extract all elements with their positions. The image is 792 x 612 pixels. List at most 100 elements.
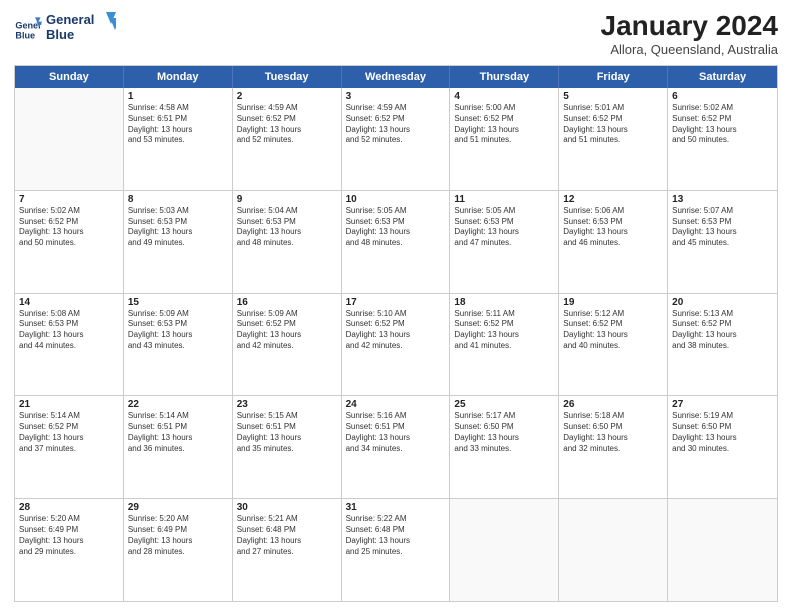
header: General Blue General Blue January 2024 A… xyxy=(14,10,778,57)
day-info: Sunrise: 5:14 AM Sunset: 6:52 PM Dayligh… xyxy=(19,411,119,454)
day-number: 2 xyxy=(237,91,337,102)
day-number: 12 xyxy=(563,194,663,205)
day-info: Sunrise: 4:59 AM Sunset: 6:52 PM Dayligh… xyxy=(237,103,337,146)
day-cell-19: 19Sunrise: 5:12 AM Sunset: 6:52 PM Dayli… xyxy=(559,294,668,396)
page: General Blue General Blue January 2024 A… xyxy=(0,0,792,612)
day-info: Sunrise: 5:03 AM Sunset: 6:53 PM Dayligh… xyxy=(128,206,228,249)
location-subtitle: Allora, Queensland, Australia xyxy=(601,42,778,57)
day-cell-16: 16Sunrise: 5:09 AM Sunset: 6:52 PM Dayli… xyxy=(233,294,342,396)
day-info: Sunrise: 5:10 AM Sunset: 6:52 PM Dayligh… xyxy=(346,309,446,352)
day-info: Sunrise: 5:07 AM Sunset: 6:53 PM Dayligh… xyxy=(672,206,773,249)
day-info: Sunrise: 5:14 AM Sunset: 6:51 PM Dayligh… xyxy=(128,411,228,454)
empty-cell-r4c4 xyxy=(450,499,559,601)
day-info: Sunrise: 5:05 AM Sunset: 6:53 PM Dayligh… xyxy=(454,206,554,249)
day-number: 30 xyxy=(237,502,337,513)
day-number: 8 xyxy=(128,194,228,205)
day-cell-7: 7Sunrise: 5:02 AM Sunset: 6:52 PM Daylig… xyxy=(15,191,124,293)
day-info: Sunrise: 5:18 AM Sunset: 6:50 PM Dayligh… xyxy=(563,411,663,454)
day-number: 31 xyxy=(346,502,446,513)
day-number: 15 xyxy=(128,297,228,308)
day-info: Sunrise: 5:13 AM Sunset: 6:52 PM Dayligh… xyxy=(672,309,773,352)
day-cell-29: 29Sunrise: 5:20 AM Sunset: 6:49 PM Dayli… xyxy=(124,499,233,601)
day-cell-27: 27Sunrise: 5:19 AM Sunset: 6:50 PM Dayli… xyxy=(668,396,777,498)
day-info: Sunrise: 5:21 AM Sunset: 6:48 PM Dayligh… xyxy=(237,514,337,557)
day-cell-15: 15Sunrise: 5:09 AM Sunset: 6:53 PM Dayli… xyxy=(124,294,233,396)
day-number: 24 xyxy=(346,399,446,410)
calendar-row-3: 21Sunrise: 5:14 AM Sunset: 6:52 PM Dayli… xyxy=(15,396,777,499)
day-cell-6: 6Sunrise: 5:02 AM Sunset: 6:52 PM Daylig… xyxy=(668,88,777,190)
day-number: 7 xyxy=(19,194,119,205)
day-cell-20: 20Sunrise: 5:13 AM Sunset: 6:52 PM Dayli… xyxy=(668,294,777,396)
day-cell-26: 26Sunrise: 5:18 AM Sunset: 6:50 PM Dayli… xyxy=(559,396,668,498)
day-number: 25 xyxy=(454,399,554,410)
day-number: 17 xyxy=(346,297,446,308)
month-title: January 2024 xyxy=(601,10,778,42)
day-cell-21: 21Sunrise: 5:14 AM Sunset: 6:52 PM Dayli… xyxy=(15,396,124,498)
day-number: 21 xyxy=(19,399,119,410)
day-info: Sunrise: 5:22 AM Sunset: 6:48 PM Dayligh… xyxy=(346,514,446,557)
day-info: Sunrise: 5:00 AM Sunset: 6:52 PM Dayligh… xyxy=(454,103,554,146)
day-info: Sunrise: 5:01 AM Sunset: 6:52 PM Dayligh… xyxy=(563,103,663,146)
day-info: Sunrise: 5:06 AM Sunset: 6:53 PM Dayligh… xyxy=(563,206,663,249)
weekday-header-saturday: Saturday xyxy=(668,66,777,88)
empty-cell-r4c6 xyxy=(668,499,777,601)
calendar-row-1: 7Sunrise: 5:02 AM Sunset: 6:52 PM Daylig… xyxy=(15,191,777,294)
day-number: 28 xyxy=(19,502,119,513)
day-cell-28: 28Sunrise: 5:20 AM Sunset: 6:49 PM Dayli… xyxy=(15,499,124,601)
day-number: 1 xyxy=(128,91,228,102)
calendar-row-4: 28Sunrise: 5:20 AM Sunset: 6:49 PM Dayli… xyxy=(15,499,777,601)
day-cell-30: 30Sunrise: 5:21 AM Sunset: 6:48 PM Dayli… xyxy=(233,499,342,601)
day-cell-25: 25Sunrise: 5:17 AM Sunset: 6:50 PM Dayli… xyxy=(450,396,559,498)
day-cell-22: 22Sunrise: 5:14 AM Sunset: 6:51 PM Dayli… xyxy=(124,396,233,498)
empty-cell-r0c0 xyxy=(15,88,124,190)
day-cell-3: 3Sunrise: 4:59 AM Sunset: 6:52 PM Daylig… xyxy=(342,88,451,190)
day-cell-2: 2Sunrise: 4:59 AM Sunset: 6:52 PM Daylig… xyxy=(233,88,342,190)
day-info: Sunrise: 5:20 AM Sunset: 6:49 PM Dayligh… xyxy=(19,514,119,557)
day-info: Sunrise: 5:04 AM Sunset: 6:53 PM Dayligh… xyxy=(237,206,337,249)
day-info: Sunrise: 5:02 AM Sunset: 6:52 PM Dayligh… xyxy=(19,206,119,249)
weekday-header-sunday: Sunday xyxy=(15,66,124,88)
day-info: Sunrise: 5:15 AM Sunset: 6:51 PM Dayligh… xyxy=(237,411,337,454)
logo: General Blue General Blue xyxy=(14,10,116,50)
day-info: Sunrise: 5:12 AM Sunset: 6:52 PM Dayligh… xyxy=(563,309,663,352)
day-number: 9 xyxy=(237,194,337,205)
calendar-header-row: SundayMondayTuesdayWednesdayThursdayFrid… xyxy=(15,66,777,88)
weekday-header-wednesday: Wednesday xyxy=(342,66,451,88)
title-block: January 2024 Allora, Queensland, Austral… xyxy=(601,10,778,57)
calendar-body: 1Sunrise: 4:58 AM Sunset: 6:51 PM Daylig… xyxy=(15,88,777,601)
logo-svg: General Blue xyxy=(46,10,116,46)
day-cell-13: 13Sunrise: 5:07 AM Sunset: 6:53 PM Dayli… xyxy=(668,191,777,293)
day-info: Sunrise: 5:16 AM Sunset: 6:51 PM Dayligh… xyxy=(346,411,446,454)
day-number: 23 xyxy=(237,399,337,410)
weekday-header-friday: Friday xyxy=(559,66,668,88)
svg-text:Blue: Blue xyxy=(15,30,35,40)
day-number: 29 xyxy=(128,502,228,513)
svg-text:General: General xyxy=(46,12,94,27)
day-cell-24: 24Sunrise: 5:16 AM Sunset: 6:51 PM Dayli… xyxy=(342,396,451,498)
day-info: Sunrise: 5:08 AM Sunset: 6:53 PM Dayligh… xyxy=(19,309,119,352)
day-number: 6 xyxy=(672,91,773,102)
day-number: 3 xyxy=(346,91,446,102)
day-info: Sunrise: 5:09 AM Sunset: 6:52 PM Dayligh… xyxy=(237,309,337,352)
day-cell-23: 23Sunrise: 5:15 AM Sunset: 6:51 PM Dayli… xyxy=(233,396,342,498)
day-number: 18 xyxy=(454,297,554,308)
day-number: 10 xyxy=(346,194,446,205)
day-number: 13 xyxy=(672,194,773,205)
day-cell-17: 17Sunrise: 5:10 AM Sunset: 6:52 PM Dayli… xyxy=(342,294,451,396)
weekday-header-tuesday: Tuesday xyxy=(233,66,342,88)
day-number: 5 xyxy=(563,91,663,102)
day-cell-4: 4Sunrise: 5:00 AM Sunset: 6:52 PM Daylig… xyxy=(450,88,559,190)
weekday-header-thursday: Thursday xyxy=(450,66,559,88)
day-cell-1: 1Sunrise: 4:58 AM Sunset: 6:51 PM Daylig… xyxy=(124,88,233,190)
day-info: Sunrise: 5:20 AM Sunset: 6:49 PM Dayligh… xyxy=(128,514,228,557)
day-number: 20 xyxy=(672,297,773,308)
day-number: 26 xyxy=(563,399,663,410)
calendar: SundayMondayTuesdayWednesdayThursdayFrid… xyxy=(14,65,778,602)
day-info: Sunrise: 5:09 AM Sunset: 6:53 PM Dayligh… xyxy=(128,309,228,352)
day-cell-18: 18Sunrise: 5:11 AM Sunset: 6:52 PM Dayli… xyxy=(450,294,559,396)
day-number: 27 xyxy=(672,399,773,410)
day-cell-9: 9Sunrise: 5:04 AM Sunset: 6:53 PM Daylig… xyxy=(233,191,342,293)
day-cell-12: 12Sunrise: 5:06 AM Sunset: 6:53 PM Dayli… xyxy=(559,191,668,293)
empty-cell-r4c5 xyxy=(559,499,668,601)
svg-text:Blue: Blue xyxy=(46,27,74,42)
